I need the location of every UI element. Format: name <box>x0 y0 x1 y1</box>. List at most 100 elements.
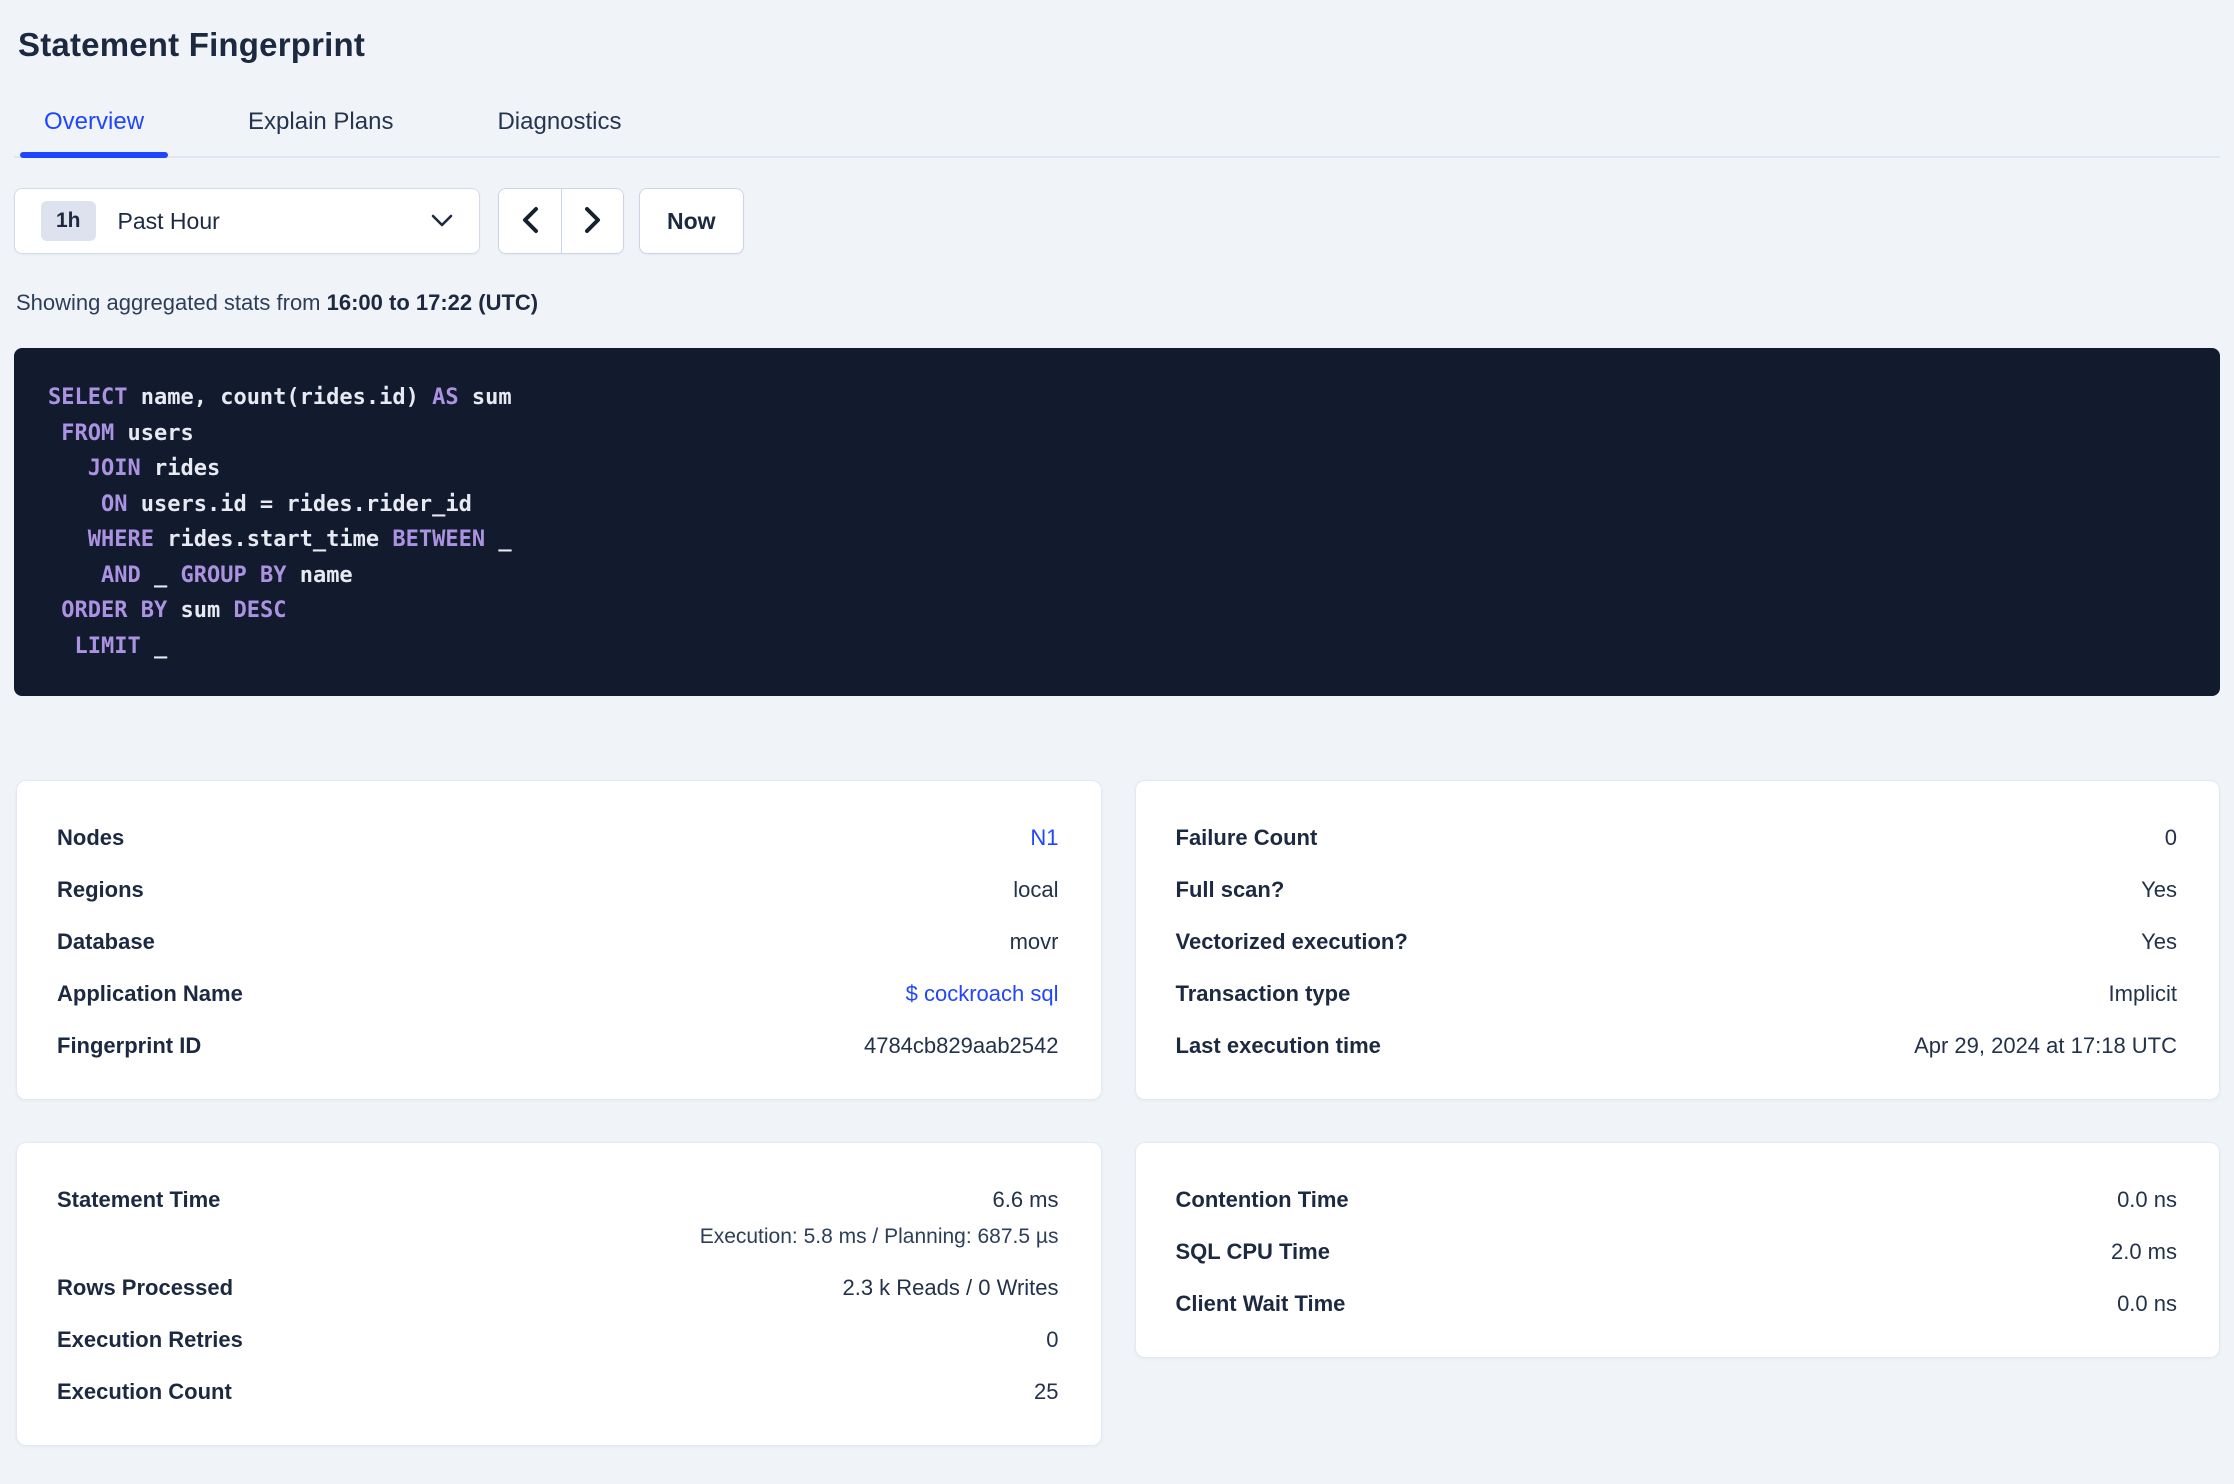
sql-keyword: WHERE <box>87 527 154 552</box>
sql-text: _ <box>140 633 168 659</box>
sql-keyword: JOIN <box>87 456 141 481</box>
database-value: movr <box>1009 929 1059 954</box>
regions-label: Regions <box>57 877 144 902</box>
client-wait-time-value: 0.0 ns <box>2117 1291 2177 1316</box>
contention-time-value-wrap: 0.0 ns <box>2117 1187 2177 1213</box>
sql-statement: SELECT name, count(rides.id) AS sum FROM… <box>48 380 2184 664</box>
stats-cards-grid: Nodes N1 Regions local Database movr Applicati… <box>14 780 2220 1446</box>
stat-row-client-wait-time: Client Wait Time 0.0 ns <box>1176 1278 2178 1330</box>
application-name-link[interactable]: $ cockroach sql <box>906 981 1059 1007</box>
stat-row-contention-time: Contention Time 0.0 ns <box>1176 1174 2178 1226</box>
sql-text: _ <box>140 562 181 588</box>
previous-time-button[interactable] <box>499 189 561 253</box>
last-execution-time-label: Last execution time <box>1175 1033 1381 1058</box>
stat-row-execution-retries: Execution Retries 0 <box>57 1314 1059 1366</box>
stat-row-application-name: Application Name $ cockroach sql <box>57 968 1059 1020</box>
stat-row-nodes: Nodes N1 <box>57 812 1059 864</box>
sql-text: sum <box>458 385 512 410</box>
last-execution-time-value: Apr 29, 2024 at 17:18 UTC <box>1914 1033 2177 1058</box>
sql-keyword: LIMIT <box>74 633 141 659</box>
execution-retries-value: 0 <box>1046 1327 1059 1352</box>
stat-row-execution-count: Execution Count 25 <box>57 1366 1059 1418</box>
fingerprint-id-value: 4784cb829aab2542 <box>863 1033 1059 1058</box>
statement-time-breakdown: Execution: 5.8 ms / Planning: 687.5 µs <box>699 1225 1059 1248</box>
fingerprint-id-label: Fingerprint ID <box>57 1033 202 1058</box>
stat-row-vectorized-execution: Vectorized execution? Yes <box>1176 916 2178 968</box>
chevron-left-icon <box>521 206 539 236</box>
execution-retries-label: Execution Retries <box>57 1327 243 1352</box>
sql-text: name, count(rides.id) <box>127 385 433 410</box>
execution-count-label: Execution Count <box>57 1379 232 1404</box>
tab-explain-plans[interactable]: Explain Plans <box>224 92 417 156</box>
sql-line: ORDER BY sum DESC <box>48 593 2184 629</box>
chevron-right-icon <box>584 206 602 236</box>
sql-line: WHERE rides.start_time BETWEEN _ <box>48 522 2184 558</box>
contention-time-label: Contention Time <box>1175 1187 1349 1212</box>
sql-line: FROM users <box>48 416 2184 452</box>
aggregated-stats-range: 16:00 to 17:22 (UTC) <box>326 290 539 315</box>
nodes-link[interactable]: N1 <box>1030 825 1058 851</box>
statement-fingerprint-page: Statement Fingerprint Overview Explain P… <box>0 26 2234 1446</box>
full-scan-value-wrap: Yes <box>2141 877 2177 903</box>
transaction-type-value: Implicit <box>2108 981 2177 1006</box>
stat-row-rows-processed: Rows Processed 2.3 k Reads / 0 Writes <box>57 1262 1059 1314</box>
sql-cpu-time-value: 2.0 ms <box>2110 1239 2177 1264</box>
aggregated-stats-line: Showing aggregated stats from 16:00 to 1… <box>14 290 2220 316</box>
statement-time-value: 6.6 ms <box>992 1187 1059 1212</box>
sql-keyword: GROUP BY <box>180 562 287 588</box>
statement-time-value-wrap: 6.6 ms Execution: 5.8 ms / Planning: 687.… <box>700 1187 1059 1249</box>
vectorized-execution-value-wrap: Yes <box>2141 929 2177 955</box>
full-scan-value: Yes <box>2141 877 2177 902</box>
tab-bar: Overview Explain Plans Diagnostics <box>14 92 2220 158</box>
time-range-label: Past Hour <box>117 207 220 234</box>
sql-statement-box: SELECT name, count(rides.id) AS sum FROM… <box>14 348 2220 696</box>
stat-row-database: Database movr <box>57 916 1059 968</box>
tab-diagnostics[interactable]: Diagnostics <box>473 92 645 156</box>
stat-row-sql-cpu-time: SQL CPU Time 2.0 ms <box>1176 1226 2178 1278</box>
rows-processed-label: Rows Processed <box>57 1275 234 1300</box>
nodes-label: Nodes <box>57 825 125 850</box>
sql-text: users.id = rides.rider_id <box>127 491 472 517</box>
full-scan-label: Full scan? <box>1175 877 1285 902</box>
execution-retries-value-wrap: 0 <box>1046 1327 1058 1353</box>
sql-text: name <box>286 562 353 588</box>
sql-line: SELECT name, count(rides.id) AS sum <box>48 380 2184 416</box>
now-button[interactable]: Now <box>639 188 744 254</box>
vectorized-execution-value: Yes <box>2141 929 2177 954</box>
time-toolbar: 1h Past Hour Now <box>14 188 2220 254</box>
sql-cpu-time-value-wrap: 2.0 ms <box>2111 1239 2177 1265</box>
tab-overview[interactable]: Overview <box>20 92 169 158</box>
sql-text: rides <box>140 456 221 481</box>
rows-processed-value: 2.3 k Reads / 0 Writes <box>842 1275 1059 1300</box>
vectorized-execution-label: Vectorized execution? <box>1175 929 1408 954</box>
sql-keyword: AS <box>432 385 459 410</box>
rows-processed-value-wrap: 2.3 k Reads / 0 Writes <box>842 1275 1058 1301</box>
stat-row-full-scan: Full scan? Yes <box>1176 864 2178 916</box>
sql-line: AND _ GROUP BY name <box>48 558 2184 594</box>
failure-count-label: Failure Count <box>1175 825 1318 850</box>
time-nav-group <box>498 188 624 254</box>
time-range-dropdown[interactable]: 1h Past Hour <box>14 188 480 254</box>
overview-meta-card: Nodes N1 Regions local Database movr Applicati… <box>16 780 1102 1100</box>
application-name-value-wrap: $ cockroach sql <box>906 981 1059 1007</box>
sql-keyword: SELECT <box>48 385 128 410</box>
chevron-down-icon <box>431 214 453 228</box>
application-name-label: Application Name <box>57 981 243 1006</box>
database-label: Database <box>57 929 155 954</box>
client-wait-time-label: Client Wait Time <box>1175 1291 1346 1316</box>
statement-time-label: Statement Time <box>57 1187 221 1212</box>
sql-keyword: BETWEEN <box>392 527 486 552</box>
execution-count-value-wrap: 25 <box>1034 1379 1058 1405</box>
sql-text: users <box>114 420 194 446</box>
transaction-type-value-wrap: Implicit <box>2109 981 2177 1007</box>
sql-keyword: AND <box>100 562 141 588</box>
stat-row-transaction-type: Transaction type Implicit <box>1176 968 2178 1020</box>
contention-time-value: 0.0 ns <box>2117 1187 2177 1212</box>
next-time-button[interactable] <box>561 189 623 253</box>
last-execution-time-value-wrap: Apr 29, 2024 at 17:18 UTC <box>1914 1033 2177 1059</box>
